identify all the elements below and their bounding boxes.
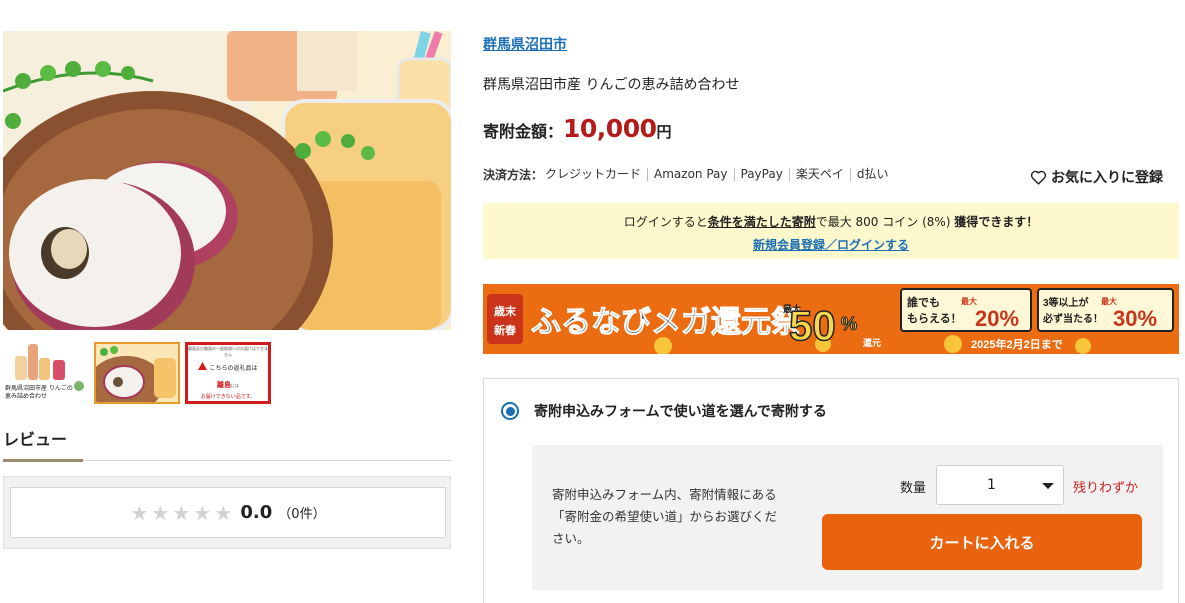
login-notice-suffix: 獲得できます！ <box>954 215 1039 229</box>
donation-option-label: 寄附申込みフォームで使い道を選んで寄附する <box>534 404 827 420</box>
product-photo <box>3 31 451 330</box>
heart-icon <box>1030 170 1047 185</box>
thumbnail-2-photo <box>96 344 178 402</box>
banner-deadline: 2025年2月2日まで <box>971 337 1063 351</box>
banner-badge-bottom: 新春 <box>494 323 517 337</box>
review-count: （0件） <box>278 507 326 522</box>
banner-box2-percent: 30% <box>1113 306 1157 331</box>
campaign-banner-art: 歳末 新春 ふるなびメガ還元祭 最大 50 % 還元 誰でも もらえる！ 最大 … <box>483 284 1179 354</box>
review-score: 0.0 <box>240 502 273 523</box>
thumbnail-3-line2: こちらの返礼品は <box>209 364 258 372</box>
favorite-label: お気に入りに登録 <box>1051 170 1163 186</box>
price-label: 寄附金額： <box>483 122 564 141</box>
payment-method-d-barai: d払い <box>849 168 895 181</box>
product-title: 群馬県沼田市産 りんごの恵み詰め合わせ <box>483 77 740 93</box>
donation-option-radio[interactable] <box>501 402 519 420</box>
review-section-heading: レビュー <box>3 423 451 462</box>
radio-selected-dot <box>505 406 515 416</box>
rating-stars: ★ ★ ★ ★ ★ <box>130 503 234 523</box>
quantity-select[interactable]: 1 <box>936 465 1064 505</box>
banner-box2-line1: 3等以上が <box>1043 296 1090 309</box>
star-icon: ★ <box>130 500 149 525</box>
warning-icon <box>198 362 208 372</box>
login-notice-middle: で最大 800 コイン (8%) <box>815 215 951 229</box>
stock-status: 残りわずか <box>1073 481 1139 496</box>
payment-method-credit-card: クレジットカード <box>545 167 642 181</box>
payment-methods: 決済方法： クレジットカード Amazon Pay PayPay 楽天ペイ d払… <box>483 166 894 183</box>
municipality-link[interactable]: 群馬県沼田市 <box>483 34 567 54</box>
banner-box1-max: 最大 <box>961 296 977 306</box>
thumbnail-1[interactable]: 群馬県沼田市産 りんごの恵み詰め合わせ <box>3 342 89 404</box>
banner-percent-sign: % <box>841 314 857 334</box>
thumbnail-2[interactable] <box>94 342 180 404</box>
banner-badge-top: 歳末 <box>494 304 517 318</box>
banner-return-label: 還元 <box>863 337 881 348</box>
banner-box1-line1: 誰でも <box>907 295 940 309</box>
chevron-down-icon <box>1042 483 1054 489</box>
review-heading-underline <box>3 459 83 462</box>
payment-label: 決済方法： <box>483 168 544 182</box>
login-promo-box: ログインすると条件を満たした寄附で最大 800 コイン (8%) 獲得できます！… <box>483 203 1179 259</box>
thumbnail-3-line1: 離島及び離島の一部地域へのお届けはできません <box>188 346 268 357</box>
banner-box2-line2: 必ず当たる！ <box>1042 312 1103 325</box>
star-icon: ★ <box>193 500 212 525</box>
banner-title: ふるなびメガ還元祭 <box>531 306 802 339</box>
banner-box1-line2: もらえる！ <box>907 312 962 325</box>
add-to-cart-button[interactable]: カートに入れる <box>822 514 1142 570</box>
donation-price: 寄附金額： 10,000 円 <box>483 114 672 143</box>
review-summary: ★ ★ ★ ★ ★ 0.0 （0件） <box>10 487 446 538</box>
star-icon: ★ <box>172 500 191 525</box>
donation-form-description: 寄附申込みフォーム内、寄附情報にある「寄附金の希望使い道」からお選びください。 <box>552 487 778 546</box>
star-icon: ★ <box>214 500 233 525</box>
product-main-image[interactable] <box>3 31 451 330</box>
thumbnail-1-caption: 群馬県沼田市産 りんごの恵み詰め合わせ <box>5 385 73 400</box>
donation-option[interactable]: 寄附申込みフォームで使い道を選んで寄附する <box>501 401 827 421</box>
register-login-link[interactable]: 新規会員登録／ログインする <box>753 236 909 253</box>
banner-percent: 50 <box>789 302 836 349</box>
price-value: 10,000 <box>563 114 657 143</box>
thumbnail-3-remote-island-notice[interactable]: 離島及び離島の一部地域へのお届けはできません こちらの返礼品は 離島には お届け… <box>185 342 271 404</box>
banner-box2-max: 最大 <box>1101 296 1117 306</box>
thumbnail-3-line5: お届けできない品です。 <box>200 394 256 400</box>
star-icon: ★ <box>151 500 170 525</box>
payment-method-paypay: PayPay <box>733 168 789 181</box>
banner-box1-percent: 20% <box>975 306 1019 331</box>
quantity-value: 1 <box>987 477 996 493</box>
thumbnail-3-line4-suffix: には <box>231 383 239 388</box>
conditions-link[interactable]: 条件を満たした寄附 <box>708 215 816 229</box>
review-heading-label: レビュー <box>3 430 68 449</box>
login-notice-prefix: ログインすると <box>623 215 708 229</box>
price-unit: 円 <box>656 123 672 141</box>
thumbnail-3-line3: 離島 <box>217 381 231 389</box>
payment-method-rakuten-pay: 楽天ペイ <box>788 168 850 181</box>
campaign-banner[interactable]: 歳末 新春 ふるなびメガ還元祭 最大 50 % 還元 誰でも もらえる！ 最大 … <box>483 284 1179 354</box>
donation-form-panel: 寄附申込みフォーム内、寄附情報にある「寄附金の希望使い道」からお選びください。 … <box>532 445 1163 590</box>
donation-form-card: 寄附申込みフォームで使い道を選んで寄附する 寄附申込みフォーム内、寄附情報にある… <box>483 378 1179 603</box>
add-to-favorites-button[interactable]: お気に入りに登録 <box>1030 167 1163 187</box>
payment-method-amazon-pay: Amazon Pay <box>647 168 733 181</box>
review-summary-box: ★ ★ ★ ★ ★ 0.0 （0件） <box>3 476 451 549</box>
quantity-label: 数量 <box>900 481 927 496</box>
